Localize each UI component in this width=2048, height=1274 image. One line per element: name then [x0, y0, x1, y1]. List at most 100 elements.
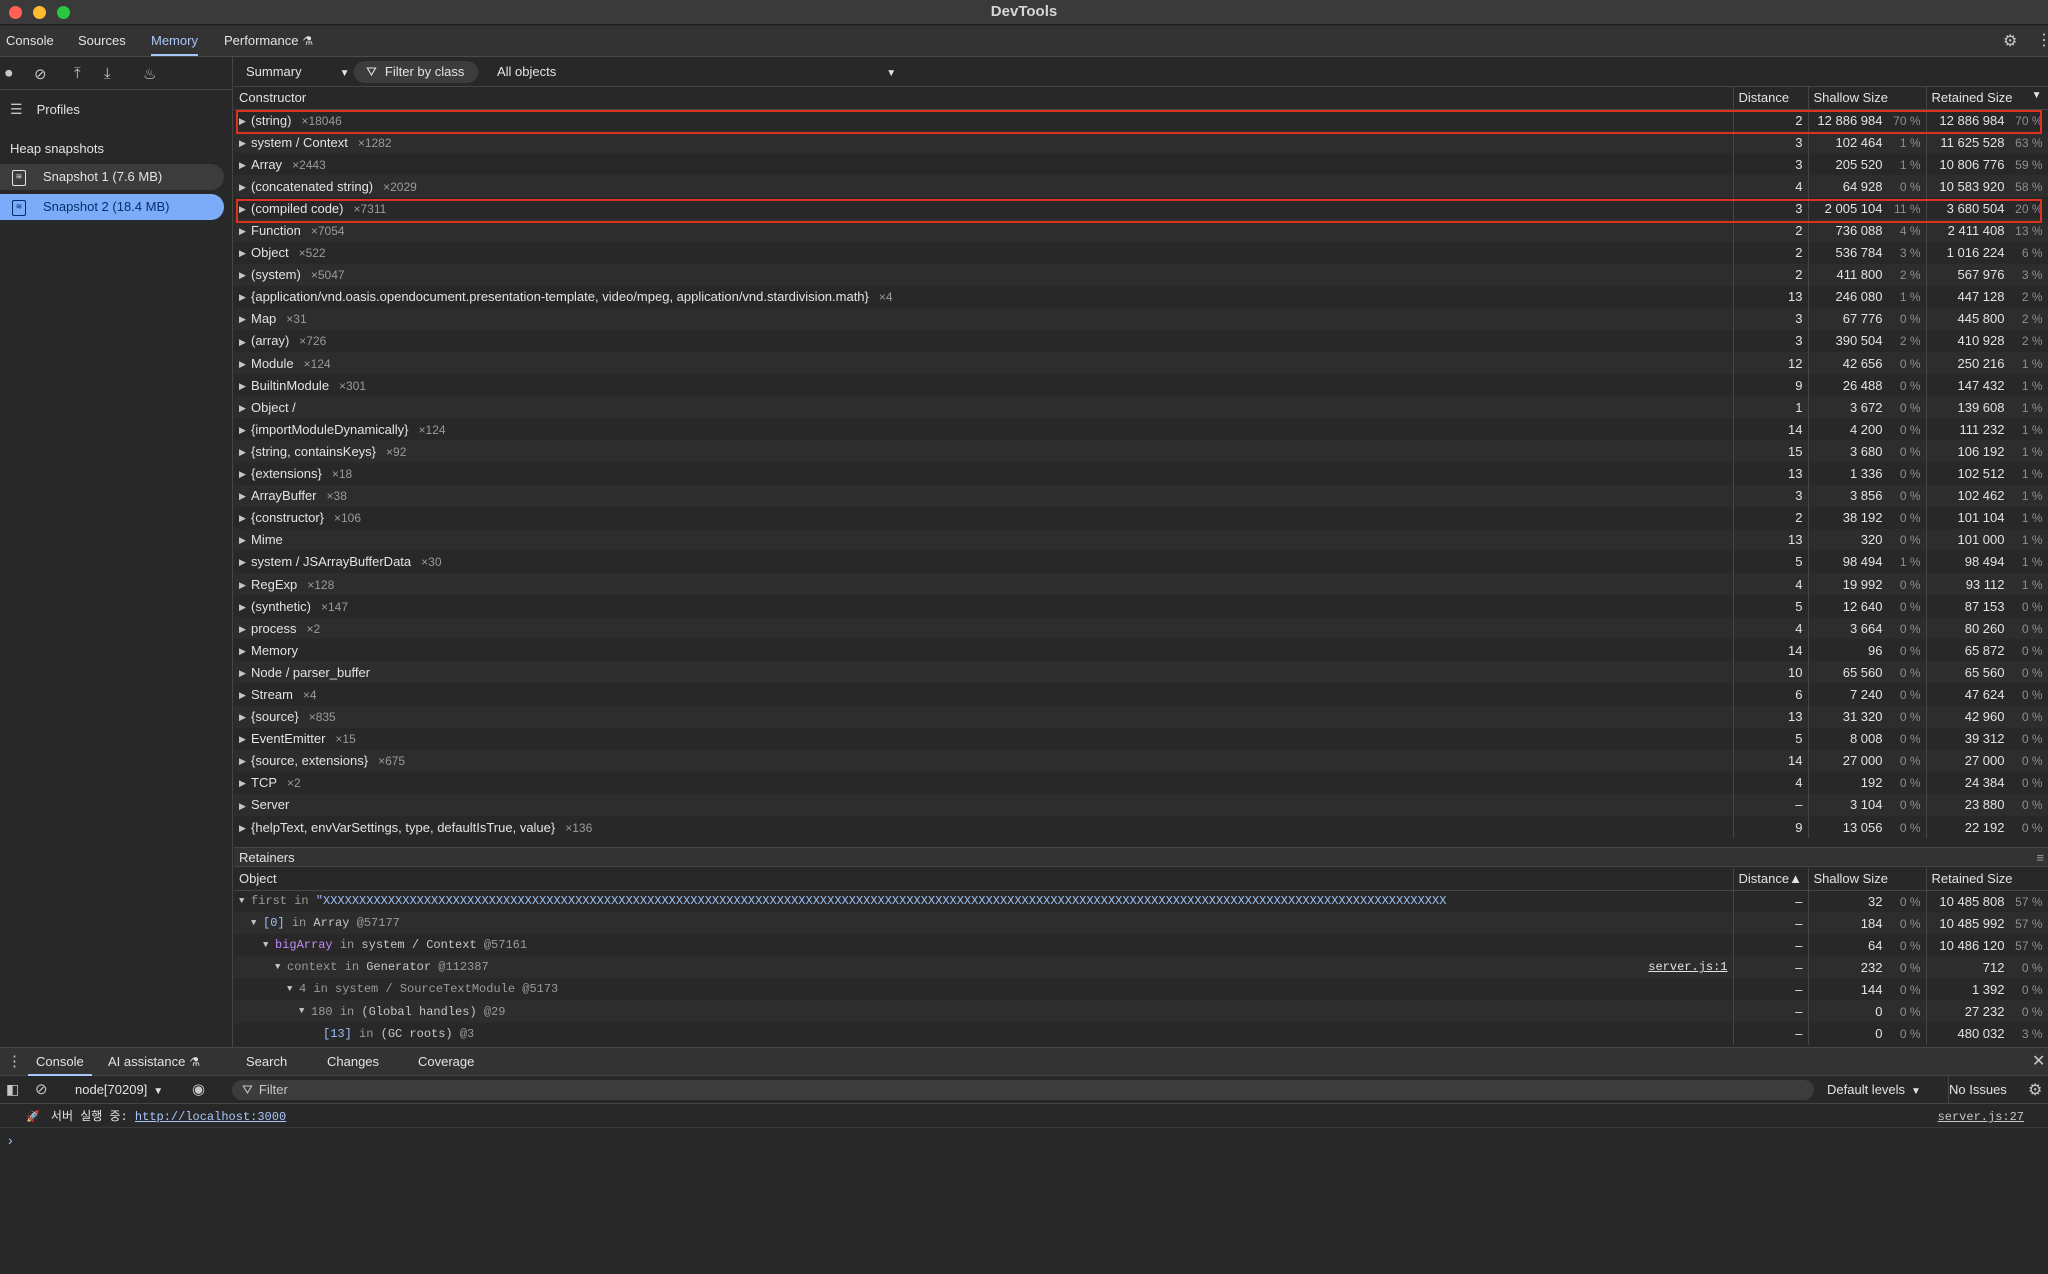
settings-gear-icon[interactable]: ⚙ — [2003, 31, 2017, 51]
expand-triangle-icon[interactable]: ▶ — [239, 403, 251, 414]
summary-row[interactable]: ▶ system / Context ×1282 3 102 464 1 % 11 625 … — [234, 131, 2048, 154]
issues-counter[interactable]: No Issues — [1948, 1076, 2007, 1104]
summary-row[interactable]: ▶ Node / parser_buffer 10 65 560 0 % 65 560 0 … — [234, 661, 2048, 684]
expand-triangle-icon[interactable]: ▶ — [239, 469, 251, 480]
summary-row[interactable]: ▶ RegExp ×128 4 19 992 0 % 93 112 1 % — [234, 572, 2048, 596]
more-options-icon[interactable]: ⋮ — [2036, 30, 2048, 50]
summary-row[interactable]: ▶ ArrayBuffer ×38 3 3 856 0 % 102 462 1 % — [234, 484, 2048, 507]
expand-triangle-icon[interactable]: ▶ — [239, 226, 251, 237]
drawer-tab-console[interactable]: Console — [28, 1048, 92, 1076]
expand-triangle-icon[interactable]: ▶ — [239, 734, 251, 745]
expand-triangle-icon[interactable]: ▶ — [239, 337, 251, 348]
summary-row[interactable]: ▶ (array) ×726 3 390 504 2 % 410 928 2 % — [234, 329, 2048, 353]
summary-row[interactable]: ▶ Function ×7054 2 736 088 4 % 2 411 408 13 % — [234, 219, 2048, 242]
collapse-triangle-icon[interactable]: ▼ — [275, 962, 287, 972]
collapse-triangle-icon[interactable]: ▼ — [251, 918, 263, 928]
expand-triangle-icon[interactable]: ▶ — [239, 138, 251, 149]
summary-row[interactable]: ▶ BuiltinModule ×301 9 26 488 0 % 147 432 1 % — [234, 374, 2048, 397]
drawer-tab-coverage[interactable]: Coverage — [418, 1048, 474, 1076]
tab-sources[interactable]: Sources — [78, 26, 126, 56]
drawer-tab-ai-assistance[interactable]: AI assistance ⚗ — [108, 1048, 200, 1076]
expand-triangle-icon[interactable]: ▶ — [239, 668, 251, 679]
column-distance[interactable]: Distance — [1733, 87, 1809, 110]
column-retained-size[interactable]: Retained Size — [1926, 868, 2048, 891]
log-source-link[interactable]: server.js:27 — [1938, 1106, 2024, 1128]
collapse-triangle-icon[interactable]: ▼ — [263, 940, 275, 950]
snapshot-item-1[interactable]: ≋ Snapshot 1 (7.6 MB) — [0, 164, 224, 190]
summary-row[interactable]: ▶ {helpText, envVarSettings, type, defaul… — [234, 816, 2048, 839]
close-drawer-icon[interactable]: ✕ — [2032, 1051, 2045, 1071]
expand-triangle-icon[interactable]: ▶ — [239, 602, 251, 613]
expand-triangle-icon[interactable]: ▶ — [239, 690, 251, 701]
expand-triangle-icon[interactable]: ▶ — [239, 580, 251, 591]
console-prompt-icon[interactable]: › — [8, 1132, 13, 1148]
expand-triangle-icon[interactable]: ▶ — [239, 535, 251, 546]
drawer-tab-changes[interactable]: Changes — [327, 1048, 379, 1076]
summary-row[interactable]: ▶ (synthetic) ×147 5 12 640 0 % 87 153 0 % — [234, 595, 2048, 618]
expand-triangle-icon[interactable]: ▶ — [239, 270, 251, 281]
localhost-link[interactable]: http://localhost:3000 — [135, 1110, 286, 1124]
summary-row[interactable]: ▶ TCP ×2 4 192 0 % 24 384 0 % — [234, 771, 2048, 794]
drawer-tab-search[interactable]: Search — [246, 1048, 287, 1076]
drag-handle-icon[interactable]: ≡ — [2036, 848, 2044, 868]
summary-row[interactable]: ▶ {source, extensions} ×675 14 27 000 0 % 27 0… — [234, 749, 2048, 772]
column-retained-size[interactable]: Retained Size ▼ — [1926, 87, 2048, 110]
expand-triangle-icon[interactable]: ▶ — [239, 557, 251, 568]
expand-triangle-icon[interactable]: ▶ — [239, 116, 251, 127]
record-icon[interactable]: ⏺ — [5, 65, 13, 82]
expand-triangle-icon[interactable]: ▶ — [239, 292, 251, 303]
expand-triangle-icon[interactable]: ▶ — [239, 756, 251, 767]
collapse-triangle-icon[interactable]: ▼ — [299, 1006, 311, 1016]
expand-triangle-icon[interactable]: ▶ — [239, 712, 251, 723]
column-shallow-size[interactable]: Shallow Size — [1808, 87, 1927, 110]
collect-garbage-icon[interactable]: ♨ — [143, 65, 156, 83]
clear-console-icon[interactable]: ⊘ — [35, 1080, 48, 1098]
retainer-row[interactable]: ▼ first in "XXXXXXXXXXXXXXXXXXXXXXXXXXXXX… — [234, 890, 2048, 913]
summary-row[interactable]: ▶ Memory 14 96 0 % 65 872 0 % — [234, 639, 2048, 662]
collapse-triangle-icon[interactable]: ▼ — [287, 984, 299, 994]
expand-triangle-icon[interactable]: ▶ — [239, 646, 251, 657]
collapse-triangle-icon[interactable]: ▼ — [239, 896, 251, 906]
summary-row[interactable]: ▶ (concatenated string) ×2029 4 64 928 0 % 10 … — [234, 175, 2048, 198]
log-levels-select[interactable]: Default levels ▼ — [1827, 1076, 1921, 1104]
summary-row[interactable]: ▶ Module ×124 12 42 656 0 % 250 216 1 % — [234, 352, 2048, 375]
expand-triangle-icon[interactable]: ▶ — [239, 204, 251, 215]
summary-row[interactable]: ▶ Object ×522 2 536 784 3 % 1 016 224 6 % — [234, 241, 2048, 264]
live-expression-eye-icon[interactable]: ◉ — [192, 1080, 205, 1098]
expand-triangle-icon[interactable]: ▶ — [239, 778, 251, 789]
load-profile-icon[interactable]: ⤒ — [74, 65, 81, 82]
summary-row[interactable]: ▶ Stream ×4 6 7 240 0 % 47 624 0 % — [234, 683, 2048, 706]
retainer-row[interactable]: ▼ 180 in (Global handles) @29–0 0 % 27 232 0… — [234, 1000, 2048, 1023]
retainer-row[interactable]: ▼ [0] in Array @57177–184 0 % 10 485 992 57 … — [234, 912, 2048, 935]
expand-triangle-icon[interactable]: ▶ — [239, 801, 251, 812]
retainer-row[interactable]: [13] in (GC roots) @3–0 0 % 480 032 3 % — [234, 1022, 2048, 1045]
expand-triangle-icon[interactable]: ▶ — [239, 624, 251, 635]
summary-row[interactable]: ▶ process ×2 4 3 664 0 % 80 260 0 % — [234, 617, 2048, 640]
column-object[interactable]: Object — [234, 868, 1734, 891]
expand-triangle-icon[interactable]: ▶ — [239, 182, 251, 193]
retainer-row[interactable]: ▼ 4 in system / SourceTextModule @5173–14… — [234, 978, 2048, 1001]
expand-triangle-icon[interactable]: ▶ — [239, 425, 251, 436]
summary-row[interactable]: ▶ {application/vnd.oasis.opendocument.pre… — [234, 285, 2048, 308]
summary-row[interactable]: ▶ {string, containsKeys} ×92 15 3 680 0 % 106 … — [234, 440, 2048, 463]
expand-triangle-icon[interactable]: ▶ — [239, 513, 251, 524]
summary-row[interactable]: ▶ system / JSArrayBufferData ×30 5 98 494 1 %… — [234, 550, 2048, 573]
expand-triangle-icon[interactable]: ▶ — [239, 160, 251, 171]
snapshot-item-2[interactable]: ≋ Snapshot 2 (18.4 MB) — [0, 194, 224, 220]
filter-by-class-input[interactable]: ⛛ Filter by class — [354, 61, 479, 83]
summary-row[interactable]: ▶ {constructor} ×106 2 38 192 0 % 101 104 1 % — [234, 506, 2048, 529]
context-select[interactable]: node[70209] ▼ — [75, 1076, 163, 1104]
tab-console[interactable]: Console — [6, 26, 54, 56]
summary-row[interactable]: ▶ Server –3 104 0 % 23 880 0 % — [234, 793, 2048, 816]
summary-row[interactable]: ▶ {importModuleDynamically} ×124 14 4 200 0 %… — [234, 418, 2048, 441]
summary-row[interactable]: ▶ Object /1 3 672 0 % 139 608 1 % — [234, 396, 2048, 419]
summary-row[interactable]: ▶ Map ×31 3 67 776 0 % 445 800 2 % — [234, 307, 2048, 330]
expand-triangle-icon[interactable]: ▶ — [239, 823, 251, 834]
expand-triangle-icon[interactable]: ▶ — [239, 381, 251, 392]
expand-triangle-icon[interactable]: ▶ — [239, 314, 251, 325]
expand-triangle-icon[interactable]: ▶ — [239, 491, 251, 502]
expand-triangle-icon[interactable]: ▶ — [239, 248, 251, 259]
sidebar-toggle-icon[interactable]: ◧ — [6, 1081, 19, 1098]
summary-row[interactable]: ▶ (string) ×18046 2 12 886 984 70 % 12 886 984… — [234, 109, 2048, 132]
column-shallow-size[interactable]: Shallow Size — [1808, 868, 1927, 891]
